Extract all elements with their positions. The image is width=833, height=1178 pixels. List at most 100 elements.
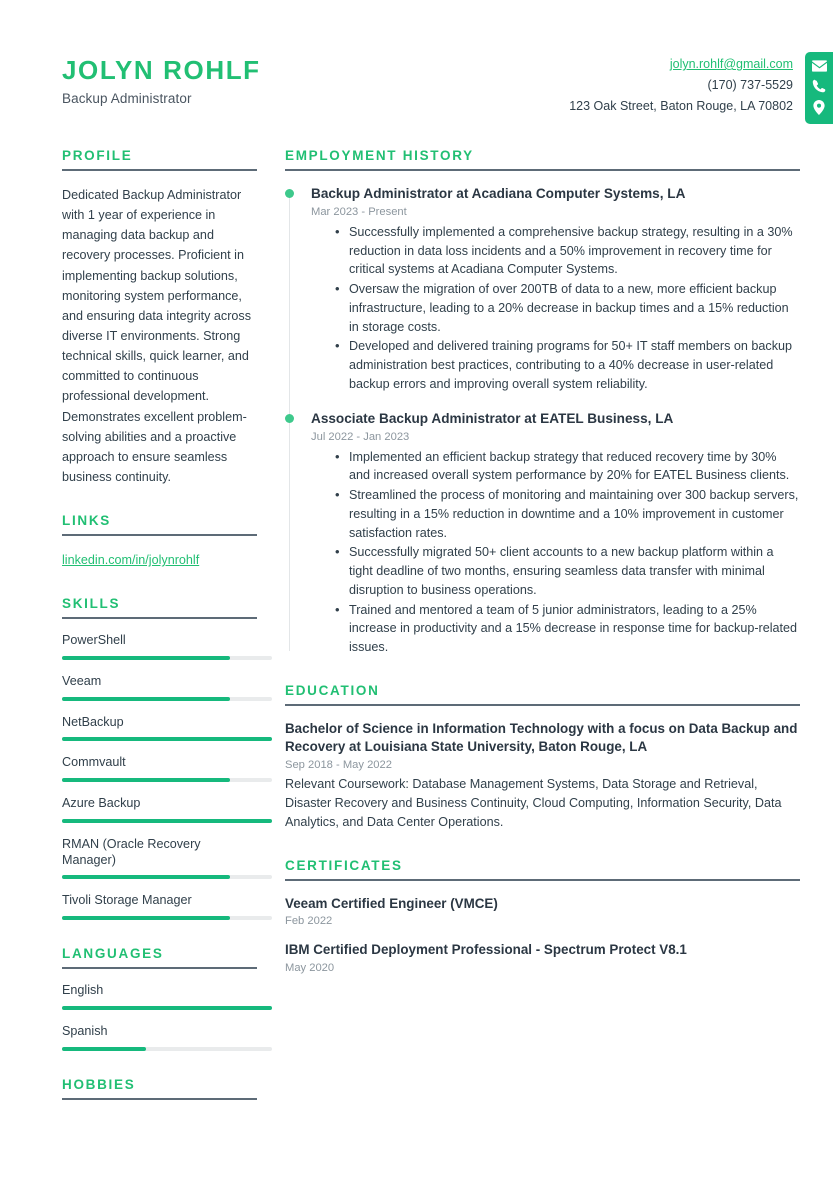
education-entry: Bachelor of Science in Information Techn… xyxy=(285,720,800,832)
education-description: Relevant Coursework: Database Management… xyxy=(285,777,782,830)
envelope-icon xyxy=(811,60,827,72)
skill-bar-track xyxy=(62,916,272,921)
contact-block: jolyn.rohlf@gmail.com (170) 737-5529 123… xyxy=(569,52,833,124)
language-bar-track xyxy=(62,1005,272,1010)
certificate-date: May 2020 xyxy=(285,961,335,974)
contact-address: 123 Oak Street, Baton Rouge, LA 70802 xyxy=(569,99,793,113)
hobbies-list xyxy=(62,1114,257,1116)
section-title-languages: LANGUAGES xyxy=(62,946,164,962)
bullet-item: Successfully migrated 50+ client account… xyxy=(331,542,800,599)
section-title-hobbies: HOBBIES xyxy=(62,1076,136,1092)
employment-title: Associate Backup Administrator at EATEL … xyxy=(311,410,674,426)
skill-bar-fill xyxy=(62,737,272,742)
languages-list: English Spanish xyxy=(62,983,272,1051)
section-hobbies: HOBBIES xyxy=(62,1077,257,1116)
employment-title: Backup Administrator at Acadiana Compute… xyxy=(311,186,686,201)
skill-item: Veeam xyxy=(62,673,272,701)
section-divider xyxy=(62,617,257,620)
contact-phone: (170) 737-5529 xyxy=(707,78,793,92)
skill-label: Tivoli Storage Manager xyxy=(62,893,192,908)
section-certificates: CERTIFICATES Veeam Certified Engineer (V… xyxy=(285,858,800,974)
skill-bar-fill xyxy=(62,778,230,783)
sidebar-column: PROFILE Dedicated Backup Administrator w… xyxy=(0,148,285,1142)
section-divider xyxy=(62,1097,257,1100)
employment-bullets: Successfully implemented a comprehensive… xyxy=(311,222,800,394)
certificate-title: Veeam Certified Engineer (VMCE) xyxy=(285,895,498,911)
section-title-links: LINKS xyxy=(62,513,111,529)
skill-bar-fill xyxy=(62,916,230,921)
skill-label: Commvault xyxy=(62,755,126,770)
bullet-item: Oversaw the migration of over 200TB of d… xyxy=(331,279,800,336)
employment-bullets: Implemented an efficient backup strategy… xyxy=(311,447,800,657)
profile-text: Dedicated Backup Administrator with 1 ye… xyxy=(62,188,252,484)
section-divider xyxy=(285,878,800,881)
language-bar-fill xyxy=(62,1046,146,1051)
section-links: LINKS linkedin.com/in/jolynrohlf xyxy=(62,513,257,570)
resume-page: JOLYN ROHLF Backup Administrator jolyn.r… xyxy=(0,0,833,1178)
contact-lines: jolyn.rohlf@gmail.com (170) 737-5529 123… xyxy=(569,52,805,117)
language-bar-fill xyxy=(62,1005,272,1010)
skill-item: Tivoli Storage Manager xyxy=(62,893,272,921)
location-pin-icon xyxy=(813,100,825,115)
identity-block: JOLYN ROHLF Backup Administrator xyxy=(62,52,261,106)
language-label: Spanish xyxy=(62,1023,108,1038)
language-bar-track xyxy=(62,1046,272,1051)
employment-entry: Associate Backup Administrator at EATEL … xyxy=(285,410,800,657)
skill-item: Commvault xyxy=(62,755,272,783)
section-title-skills: SKILLS xyxy=(62,596,121,612)
links-list: linkedin.com/in/jolynrohlf xyxy=(62,550,257,570)
section-education: EDUCATION Bachelor of Science in Informa… xyxy=(285,683,800,832)
section-divider xyxy=(62,967,257,970)
skill-bar-fill xyxy=(62,875,230,880)
skill-item: RMAN (Oracle Recovery Manager) xyxy=(62,836,272,880)
skill-bar-track xyxy=(62,778,272,783)
section-profile: PROFILE Dedicated Backup Administrator w… xyxy=(62,148,257,487)
skill-label: Veeam xyxy=(62,673,102,688)
employment-entry: Backup Administrator at Acadiana Compute… xyxy=(285,185,800,394)
contact-icon-bar xyxy=(805,52,833,124)
section-title-profile: PROFILE xyxy=(62,148,133,163)
skill-bar-track xyxy=(62,875,272,880)
bullet-item: Implemented an efficient backup strategy… xyxy=(331,447,800,486)
contact-email-link[interactable]: jolyn.rohlf@gmail.com xyxy=(670,57,793,71)
bullet-item: Trained and mentored a team of 5 junior … xyxy=(331,600,800,657)
section-skills: SKILLS PowerShell Veeam NetBackup Commva… xyxy=(62,596,272,921)
skill-bar-fill xyxy=(62,818,272,823)
skill-bar-track xyxy=(62,696,272,701)
phone-icon xyxy=(812,79,826,93)
timeline-dot-icon xyxy=(285,413,294,423)
section-languages: LANGUAGES English Spanish xyxy=(62,946,272,1051)
skill-item: NetBackup xyxy=(62,714,272,742)
employment-date: Jul 2022 - Jan 2023 xyxy=(311,430,410,443)
skill-item: Azure Backup xyxy=(62,796,272,823)
resume-header: JOLYN ROHLF Backup Administrator jolyn.r… xyxy=(0,0,833,124)
timeline-dot-icon xyxy=(285,189,294,198)
section-divider xyxy=(285,703,800,706)
certificate-title: IBM Certified Deployment Professional - … xyxy=(285,942,687,958)
skill-label: PowerShell xyxy=(62,633,126,648)
skill-bar-track xyxy=(62,737,272,742)
skill-label: RMAN (Oracle Recovery Manager) xyxy=(62,836,201,867)
education-date: Sep 2018 - May 2022 xyxy=(285,759,392,772)
skill-item: PowerShell xyxy=(62,633,272,660)
bullet-item: Successfully implemented a comprehensive… xyxy=(331,222,800,279)
skill-label: NetBackup xyxy=(62,714,124,729)
skills-list: PowerShell Veeam NetBackup Commvault Azu… xyxy=(62,633,272,921)
employment-timeline: Backup Administrator at Acadiana Compute… xyxy=(285,185,800,657)
link-item[interactable]: linkedin.com/in/jolynrohlf xyxy=(62,550,257,570)
certificate-entry: Veeam Certified Engineer (VMCE) Feb 2022 xyxy=(285,895,800,927)
contact-email-row: jolyn.rohlf@gmail.com xyxy=(569,54,793,75)
candidate-name: JOLYN ROHLF xyxy=(62,55,261,85)
certificate-date: Feb 2022 xyxy=(285,915,333,928)
skill-bar-fill xyxy=(62,655,230,660)
employment-date: Mar 2023 - Present xyxy=(311,205,407,218)
bullet-item: Developed and delivered training program… xyxy=(331,336,800,393)
bullet-item: Streamlined the process of monitoring an… xyxy=(331,485,800,542)
candidate-job-title: Backup Administrator xyxy=(62,91,192,107)
certificate-entry: IBM Certified Deployment Professional - … xyxy=(285,941,800,973)
resume-body: PROFILE Dedicated Backup Administrator w… xyxy=(0,124,833,1142)
skill-label: Azure Backup xyxy=(62,796,141,811)
section-divider xyxy=(62,534,257,537)
skill-bar-fill xyxy=(62,696,230,701)
section-title-employment: EMPLOYMENT HISTORY xyxy=(285,148,474,163)
